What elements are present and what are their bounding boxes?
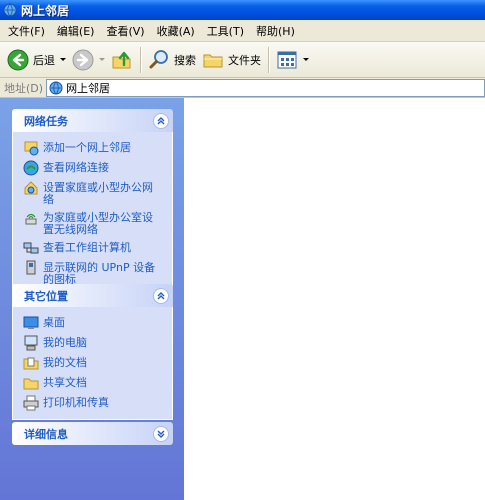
other-places-header[interactable]: 其它位置 bbox=[12, 284, 173, 307]
network-tasks-body: 添加一个网上邻居 查看网络连接 设置家庭或小型办公网络 为家庭或小型办公室设置无… bbox=[12, 132, 173, 295]
task-pane: 网络任务 添加一个网上邻居 查看网络连接 设置家庭或小型办公网络 为家庭或小型办… bbox=[0, 98, 184, 500]
network-connections-icon bbox=[23, 160, 39, 176]
task-label: 查看网络连接 bbox=[43, 161, 109, 174]
task-label: 添加一个网上邻居 bbox=[43, 141, 131, 154]
folders-label: 文件夹 bbox=[228, 53, 261, 67]
details-title: 详细信息 bbox=[24, 427, 68, 441]
menu-edit[interactable]: 编辑(E) bbox=[51, 23, 101, 39]
other-places-body: 桌面 我的电脑 我的文档 共享文档 打印机和传真 bbox=[12, 307, 173, 420]
my-documents-icon bbox=[23, 357, 39, 370]
title-bar: 网上邻居 bbox=[0, 0, 485, 20]
search-button[interactable]: 搜索 bbox=[145, 45, 199, 75]
upnp-device-icon bbox=[26, 260, 36, 275]
place-label: 我的文档 bbox=[43, 356, 87, 369]
folders-button[interactable]: 文件夹 bbox=[199, 45, 264, 75]
collapse-chevron-icon[interactable] bbox=[153, 112, 169, 129]
window-title: 网上邻居 bbox=[21, 3, 70, 18]
place-my-documents[interactable]: 我的文档 bbox=[23, 353, 172, 373]
other-places-title: 其它位置 bbox=[24, 289, 68, 303]
back-dropdown-icon[interactable] bbox=[60, 58, 66, 61]
network-places-icon bbox=[49, 81, 63, 94]
task-label: 显示联网的 UPnP 设备的图标 bbox=[43, 261, 156, 286]
wireless-network-icon bbox=[25, 213, 37, 225]
other-places-panel: 其它位置 桌面 我的电脑 我的文档 共享文档 打印机和传真 bbox=[12, 284, 173, 420]
task-view-workgroup[interactable]: 查看工作组计算机 bbox=[23, 238, 172, 258]
task-label: 设置家庭或小型办公网络 bbox=[43, 181, 153, 206]
toolbar-separator bbox=[268, 46, 269, 73]
address-label: 地址(D) bbox=[4, 81, 44, 95]
search-icon bbox=[149, 49, 168, 68]
views-dropdown-icon[interactable] bbox=[303, 58, 309, 61]
collapse-chevron-icon[interactable] bbox=[153, 287, 169, 304]
task-label: 查看工作组计算机 bbox=[43, 241, 131, 254]
menu-view[interactable]: 查看(V) bbox=[100, 23, 150, 39]
place-label: 我的电脑 bbox=[43, 336, 87, 349]
forward-button[interactable] bbox=[69, 45, 108, 75]
back-arrow-icon bbox=[7, 49, 29, 70]
up-folder-button[interactable] bbox=[108, 45, 136, 75]
task-add-network-place[interactable]: 添加一个网上邻居 bbox=[23, 138, 172, 158]
forward-dropdown-icon[interactable] bbox=[99, 58, 105, 61]
menu-help[interactable]: 帮助(H) bbox=[250, 23, 301, 39]
menu-favorites[interactable]: 收藏(A) bbox=[151, 23, 201, 39]
up-folder-icon bbox=[112, 51, 131, 68]
address-bar: 地址(D) 网上邻居 bbox=[0, 78, 485, 98]
forward-arrow-icon bbox=[72, 49, 94, 70]
desktop-icon bbox=[23, 316, 39, 329]
task-setup-network[interactable]: 设置家庭或小型办公网络 bbox=[23, 178, 172, 208]
place-shared-documents[interactable]: 共享文档 bbox=[23, 373, 172, 393]
task-label: 为家庭或小型办公室设置无线网络 bbox=[43, 211, 153, 236]
back-label: 后退 bbox=[33, 53, 55, 67]
add-network-place-icon bbox=[24, 141, 39, 156]
task-view-network-connections[interactable]: 查看网络连接 bbox=[23, 158, 172, 178]
my-computer-icon bbox=[24, 335, 38, 351]
network-tasks-title: 网络任务 bbox=[24, 114, 68, 128]
task-setup-wireless[interactable]: 为家庭或小型办公室设置无线网络 bbox=[23, 208, 172, 238]
menu-tools[interactable]: 工具(T) bbox=[201, 23, 250, 39]
back-button[interactable]: 后退 bbox=[4, 45, 69, 75]
expand-chevron-icon[interactable] bbox=[153, 425, 169, 442]
address-value: 网上邻居 bbox=[66, 81, 111, 95]
details-panel: 详细信息 bbox=[12, 422, 173, 445]
printers-faxes-icon bbox=[23, 395, 39, 411]
workgroup-computers-icon bbox=[23, 242, 39, 254]
setup-network-icon bbox=[24, 181, 38, 195]
folders-icon bbox=[203, 54, 223, 67]
place-label: 共享文档 bbox=[43, 376, 87, 389]
views-icon bbox=[277, 51, 297, 68]
menu-file[interactable]: 文件(F) bbox=[2, 23, 51, 39]
search-label: 搜索 bbox=[174, 53, 196, 67]
place-label: 打印机和传真 bbox=[43, 396, 109, 409]
place-desktop[interactable]: 桌面 bbox=[23, 313, 172, 333]
details-header[interactable]: 详细信息 bbox=[12, 422, 173, 445]
file-list-area[interactable] bbox=[184, 98, 485, 500]
network-tasks-header[interactable]: 网络任务 bbox=[12, 109, 173, 132]
shared-documents-icon bbox=[23, 378, 39, 390]
views-button[interactable] bbox=[273, 45, 312, 75]
menu-bar: 文件(F) 编辑(E) 查看(V) 收藏(A) 工具(T) 帮助(H) bbox=[0, 20, 485, 42]
toolbar-separator bbox=[140, 46, 141, 73]
network-places-icon bbox=[3, 3, 17, 17]
network-tasks-panel: 网络任务 添加一个网上邻居 查看网络连接 设置家庭或小型办公网络 为家庭或小型办… bbox=[12, 109, 173, 295]
toolbar: 后退 搜索 文件夹 bbox=[0, 42, 485, 78]
place-label: 桌面 bbox=[43, 316, 65, 329]
place-printers-faxes[interactable]: 打印机和传真 bbox=[23, 393, 172, 413]
address-field[interactable]: 网上邻居 bbox=[46, 78, 485, 97]
place-my-computer[interactable]: 我的电脑 bbox=[23, 333, 172, 353]
